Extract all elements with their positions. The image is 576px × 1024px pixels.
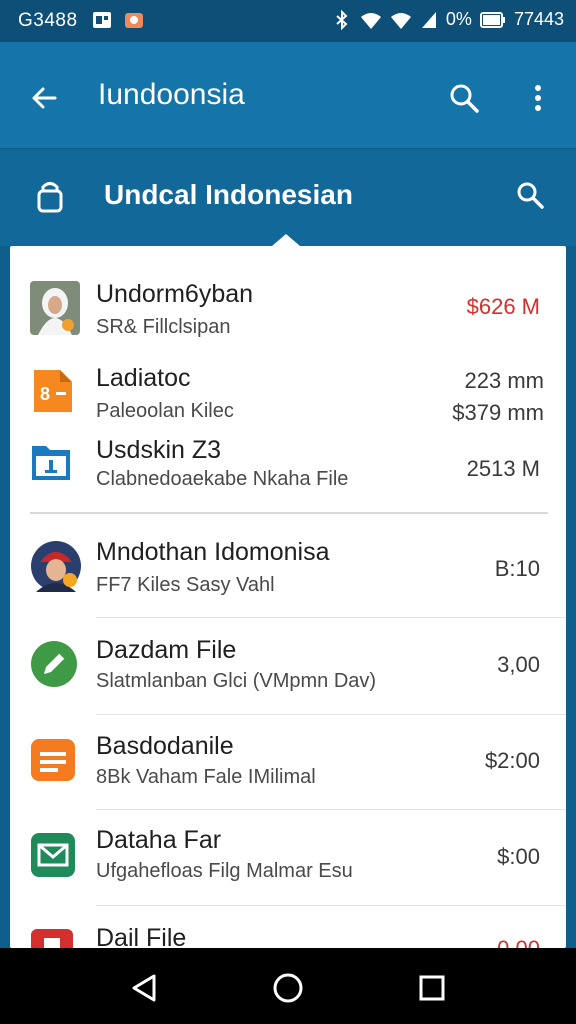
page-title: Iundoonsia (98, 78, 245, 111)
square-recents-icon (419, 975, 445, 1001)
item-amount: 3,00 (497, 652, 540, 677)
search-icon (450, 84, 479, 113)
arrow-back-icon (32, 87, 57, 109)
list-item[interactable]: Dataha Far Ufgahefloas Filg Malmar Esu $… (10, 822, 566, 906)
item-amount-secondary: $379 mm (452, 400, 544, 425)
item-amount: $626 M (466, 294, 540, 319)
nav-home-button[interactable] (268, 968, 308, 1008)
list-item[interactable]: Dail File 0.00 (10, 920, 566, 948)
row-divider (96, 714, 566, 715)
orange-document-icon: 8 (34, 370, 72, 412)
item-amount: 0.00 (497, 936, 540, 948)
back-button[interactable] (22, 76, 66, 120)
triangle-back-icon (132, 974, 156, 1002)
list-item[interactable]: Undorm6yban SR& Fillclsipan $626 M (10, 276, 566, 346)
search-button[interactable] (442, 76, 486, 120)
item-title: Usdskin Z3 (96, 436, 222, 464)
row-divider (96, 905, 566, 906)
avatar (31, 541, 81, 592)
lock-icon (37, 182, 63, 213)
row-divider (96, 617, 566, 618)
item-amount: B:10 (494, 556, 540, 581)
sub-header: Undcal Indonesian (0, 148, 576, 246)
blue-folder-icon (32, 446, 70, 480)
green-mail-icon (31, 833, 75, 877)
bluetooth-icon (336, 9, 348, 30)
app-bar: Iundoonsia (0, 42, 576, 148)
file-list: Undorm6yban SR& Fillclsipan $626 M 8 Lad… (10, 246, 566, 948)
item-subtitle: FF7 Kiles Sasy Vahl (96, 574, 275, 596)
list-item[interactable]: Basdodanile 8Bk Vaham Fale IMilimal $2:0… (10, 728, 566, 812)
item-amount: $:00 (497, 844, 540, 869)
item-amount: 223 mm (464, 368, 544, 393)
more-vert-icon (535, 85, 541, 111)
section-title: Undcal Indonesian (104, 179, 353, 210)
cell-signal-icon (421, 11, 436, 28)
list-item[interactable]: 8 Ladiatoc Paleoolan Kilec 223 mm $379 m… (10, 360, 566, 430)
status-time: G3488 (18, 10, 78, 31)
item-subtitle: SR& Fillclsipan (96, 316, 231, 338)
search-icon (517, 182, 544, 209)
list-item[interactable]: Dazdam File Slatmlanban Glci (VMpmn Dav)… (10, 630, 566, 714)
svg-text:8: 8 (40, 384, 50, 404)
item-subtitle: Ufgahefloas Filg Malmar Esu (96, 860, 353, 882)
red-bookmark-icon (31, 929, 73, 948)
gallery-notification-icon (93, 12, 111, 28)
section-divider (30, 512, 548, 514)
item-subtitle: Clabnedoaekabe Nkaha File (96, 468, 349, 490)
circle-home-icon (273, 973, 303, 1003)
nav-back-button[interactable] (124, 968, 164, 1008)
system-navigation-bar (0, 948, 576, 1024)
status-bar: G3488 0% 77443 (0, 0, 576, 42)
list-item[interactable]: Usdskin Z3 Clabnedoaekabe Nkaha File 251… (10, 432, 566, 502)
item-title: Dail File (96, 924, 187, 948)
wifi-signal-icon (390, 12, 411, 29)
item-title: Dazdam File (96, 636, 237, 664)
app-notification-icon (125, 13, 143, 28)
list-item[interactable]: Mndothan Idomonisa FF7 Kiles Sasy Vahl B… (10, 532, 566, 612)
orange-message-icon (31, 739, 75, 781)
battery-icon (479, 11, 505, 28)
avatar (30, 281, 80, 335)
item-title: Ladiatoc (96, 364, 191, 392)
item-title: Undorm6yban (96, 280, 254, 308)
battery-percent: 0% (445, 9, 472, 29)
overflow-menu-button[interactable] (516, 76, 560, 120)
item-amount: $2:00 (484, 748, 540, 773)
nav-recents-button[interactable] (412, 968, 452, 1008)
item-title: Basdodanile (96, 732, 234, 760)
row-divider (96, 809, 566, 810)
item-subtitle: 8Bk Vaham Fale IMilimal (96, 766, 316, 788)
status-clock: 77443 (513, 9, 564, 29)
item-subtitle: Slatmlanban Glci (VMpmn Dav) (96, 670, 377, 692)
section-search-button[interactable] (508, 173, 552, 217)
item-title: Mndothan Idomonisa (96, 538, 330, 566)
dropdown-caret (272, 234, 300, 246)
item-subtitle: Paleoolan Kilec (96, 400, 234, 422)
item-title: Dataha Far (96, 826, 222, 854)
item-amount: 2513 M (466, 456, 540, 481)
wifi-icon (360, 12, 381, 29)
green-pencil-icon (31, 641, 77, 687)
